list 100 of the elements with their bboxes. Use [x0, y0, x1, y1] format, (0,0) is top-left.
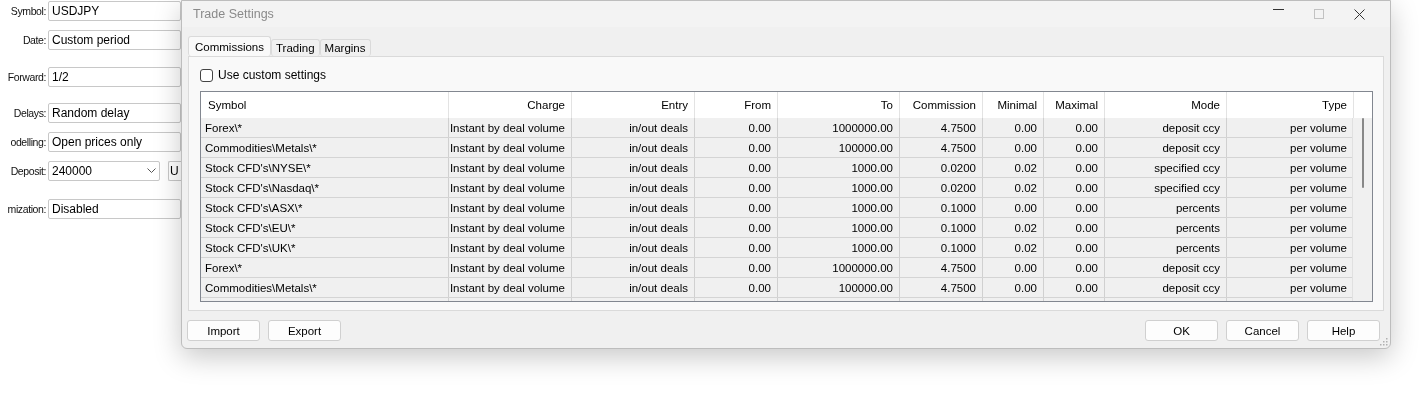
field-label: Deposit: [10, 165, 46, 177]
table-cell: 0.00 [695, 238, 778, 257]
table-cell: in/out deals [572, 218, 695, 237]
field-label: odelling: [10, 136, 46, 148]
text-field[interactable]: U [167, 161, 181, 181]
table-cell: 0.00 [1044, 178, 1105, 197]
tab[interactable]: Margins [319, 39, 371, 56]
table-cell: 0.00 [983, 258, 1044, 277]
table-cell: 0.00 [983, 278, 1044, 297]
column-header[interactable]: Mode [1105, 92, 1227, 118]
close-icon[interactable] [1354, 8, 1365, 20]
table-cell: percents [1105, 198, 1227, 217]
table-cell: Stock CFD's\EU\* [201, 218, 449, 237]
table-cell: in/out deals [572, 258, 695, 277]
checkbox[interactable] [200, 68, 213, 82]
table-cell: 4.7500 [900, 118, 983, 137]
table-cell: specified ccy [1105, 158, 1227, 177]
scrollbar[interactable] [1352, 118, 1372, 301]
table-cell: 1000000.00 [778, 258, 900, 277]
table-cell: in/out deals [572, 278, 695, 297]
table-cell: 0.00 [1044, 258, 1105, 277]
table-cell: Instant by deal volume [449, 238, 572, 257]
table-cell: 0.00 [983, 198, 1044, 217]
dialog-button[interactable]: Help [1307, 320, 1380, 341]
minimize-icon[interactable] [1273, 8, 1284, 10]
table-cell: 4.7500 [900, 258, 983, 277]
resize-grip-icon[interactable] [1380, 338, 1388, 346]
table-cell: 0.02 [983, 178, 1044, 197]
table-cell: 0.00 [695, 278, 778, 297]
text-field[interactable]: Open prices only [48, 132, 181, 152]
text-field[interactable]: USDJPY [48, 1, 181, 21]
column-header[interactable]: Commission [900, 92, 983, 118]
table-cell: specified ccy [1105, 178, 1227, 197]
table-cell: 0.00 [695, 158, 778, 177]
column-header[interactable]: Minimal [983, 92, 1044, 118]
dialog-button[interactable]: Import [187, 320, 260, 341]
column-header[interactable]: Entry [572, 92, 695, 118]
table-cell: in/out deals [572, 198, 695, 217]
column-header[interactable]: Charge [449, 92, 572, 118]
dialog-button[interactable]: Cancel [1226, 320, 1299, 341]
text-field[interactable]: Custom period [48, 30, 181, 50]
table-cell: 1000.00 [778, 218, 900, 237]
text-field[interactable]: Disabled [48, 199, 181, 219]
table-cell: Instant by deal volume [449, 158, 572, 177]
table-cell: 0.00 [983, 118, 1044, 137]
table-cell: Instant by deal volume [449, 258, 572, 277]
table-cell: 0.0200 [900, 158, 983, 177]
table-cell: Instant by deal volume [449, 278, 572, 297]
column-header[interactable]: From [695, 92, 778, 118]
dialog-button[interactable]: Export [268, 320, 341, 341]
table-cell: Instant by deal volume [449, 198, 572, 217]
tab[interactable]: Trading [271, 39, 320, 56]
table-cell: 0.1000 [900, 238, 983, 257]
table-cell: Stock CFD's\ASX\* [201, 198, 449, 217]
column-header[interactable]: Symbol [201, 92, 449, 118]
table-cell: 0.00 [695, 258, 778, 277]
table-cell: 100000.00 [778, 278, 900, 297]
table-cell: 0.00 [1044, 238, 1105, 257]
table-cell: in/out deals [572, 178, 695, 197]
scrollbar-thumb[interactable] [1362, 118, 1364, 188]
table-cell: percents [1105, 238, 1227, 257]
table-cell: deposit ccy [1105, 118, 1227, 137]
table-cell: 0.00 [695, 138, 778, 157]
column-header[interactable]: Type [1227, 92, 1354, 118]
field-label: Symbol: [10, 5, 46, 17]
table-cell: Stock CFD's\UK\* [201, 238, 449, 257]
table-cell: in/out deals [572, 238, 695, 257]
table-cell: 0.00 [695, 118, 778, 137]
table-cell: 1000.00 [778, 178, 900, 197]
table-cell: percents [1105, 218, 1227, 237]
field-label: Delays: [13, 107, 46, 119]
field-label: Date: [22, 34, 46, 46]
table-cell: deposit ccy [1105, 258, 1227, 277]
table-cell: 0.00 [695, 198, 778, 217]
table-cell: 0.1000 [900, 218, 983, 237]
table-cell: 0.00 [983, 138, 1044, 157]
table-cell: in/out deals [572, 158, 695, 177]
dialog-button[interactable]: OK [1145, 320, 1218, 341]
table-cell: Stock CFD's\Nasdaq\* [201, 178, 449, 197]
table-cell: deposit ccy [1105, 138, 1227, 157]
table-cell: 1000.00 [778, 158, 900, 177]
table-cell: Instant by deal volume [449, 138, 572, 157]
chevron-down-icon [146, 168, 156, 174]
table-cell: 100000.00 [778, 138, 900, 157]
dropdown-field[interactable]: 240000 [48, 161, 160, 181]
table-cell: 4.7500 [900, 138, 983, 157]
tab[interactable]: Commissions [188, 36, 271, 56]
column-header[interactable]: To [778, 92, 900, 118]
table-cell: 0.00 [695, 178, 778, 197]
table-cell: 0.02 [983, 238, 1044, 257]
table-cell: in/out deals [572, 138, 695, 157]
text-field[interactable]: 1/2 [48, 67, 181, 87]
field-label: mization: [7, 203, 46, 215]
table-cell: 0.0200 [900, 178, 983, 197]
window-title: Trade Settings [193, 7, 275, 21]
table-cell: 1000000.00 [778, 118, 900, 137]
table-cell: 0.00 [695, 218, 778, 237]
text-field[interactable]: Random delay [48, 103, 181, 123]
column-header[interactable]: Maximal [1044, 92, 1105, 118]
table-cell: 0.00 [1044, 158, 1105, 177]
